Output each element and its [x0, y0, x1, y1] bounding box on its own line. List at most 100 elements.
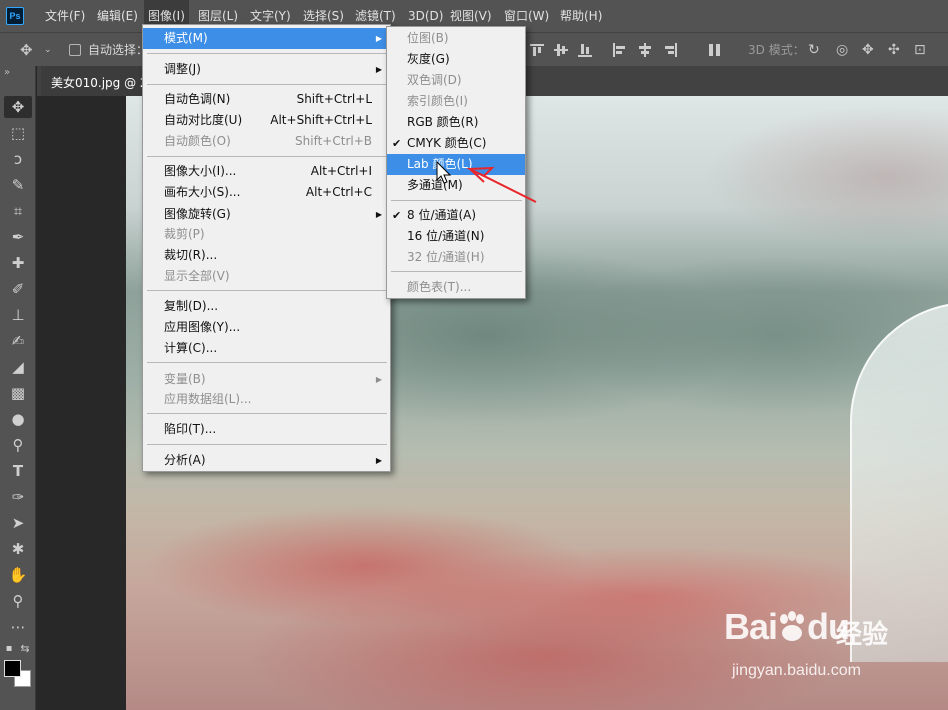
align-top-icon[interactable] — [530, 43, 544, 57]
submenu-arrow-icon: ▶ — [375, 210, 382, 219]
menu-item-variables: 变量(B) ▶ — [143, 369, 390, 390]
foreground-color-swatch[interactable] — [4, 660, 21, 677]
menu-item-label: 应用数据组(L)... — [164, 392, 252, 406]
align-left-icon[interactable] — [612, 43, 626, 57]
menu-item-label: 变量(B) — [164, 372, 206, 386]
document-tab-title[interactable]: 美女010.jpg @ 25 — [51, 74, 155, 91]
gradient-tool-icon[interactable]: ▩ — [4, 382, 32, 404]
menu-item-shortcut: Alt+Shift+Ctrl+L — [270, 113, 372, 127]
menu-item-canvas-size[interactable]: 画布大小(S)... Alt+Ctrl+C — [143, 182, 390, 203]
checkmark-icon: ✔ — [392, 209, 402, 222]
mode-color-table: 颜色表(T)... — [387, 277, 525, 298]
marquee-tool-icon[interactable]: ⬚ — [4, 122, 32, 144]
align-bottom-icon[interactable] — [578, 43, 592, 57]
mode-bitmap: 位图(B) — [387, 28, 525, 49]
slide-3d-icon[interactable]: ✣ — [888, 33, 900, 67]
auto-select-checkbox[interactable] — [69, 44, 81, 56]
blur-tool-icon[interactable]: ● — [4, 408, 32, 430]
menu-item-label: 图像大小(I)... — [164, 164, 237, 178]
pen-tool-icon[interactable]: ✑ — [4, 486, 32, 508]
menu-item-adjustments[interactable]: 调整(J) ▶ — [143, 59, 390, 80]
menu-item-duplicate[interactable]: 复制(D)... — [143, 296, 390, 317]
move-tool-icon[interactable]: ✥ — [4, 96, 32, 118]
auto-select-label: 自动选择： — [88, 43, 149, 57]
submenu-item-label: 索引颜色(I) — [407, 94, 468, 108]
pan-3d-icon[interactable]: ✥ — [862, 33, 874, 67]
custom-shape-tool-icon[interactable]: ✱ — [4, 538, 32, 560]
align-hcenter-icon[interactable] — [638, 43, 652, 57]
menu-item-apply-data-set: 应用数据组(L)... — [143, 389, 390, 410]
menu-item-label: 应用图像(Y)... — [164, 320, 241, 334]
menu-item-analysis[interactable]: 分析(A) ▶ — [143, 450, 390, 471]
hand-tool-icon[interactable]: ✋ — [4, 564, 32, 586]
mode-32-bit: 32 位/通道(H) — [387, 247, 525, 268]
checkmark-icon: ✔ — [392, 137, 402, 150]
menu-item-reveal-all: 显示全部(V) — [143, 266, 390, 287]
submenu-separator — [391, 271, 522, 272]
move-tool-preset-icon[interactable]: ✥ — [20, 33, 33, 67]
menu-edit[interactable]: 编辑(E) — [97, 0, 138, 32]
red-annotation-arrow-icon — [466, 166, 537, 203]
menu-file[interactable]: 文件(F) — [45, 0, 85, 32]
scale-3d-icon[interactable]: ⊡ — [914, 33, 926, 67]
menu-item-trim[interactable]: 裁切(R)... — [143, 245, 390, 266]
orbit-3d-icon[interactable]: ↻ — [808, 33, 820, 67]
healing-brush-tool-icon[interactable]: ✚ — [4, 252, 32, 274]
menu-separator — [147, 413, 387, 414]
distribute-icon[interactable] — [708, 43, 722, 57]
eraser-tool-icon[interactable]: ◢ — [4, 356, 32, 378]
menu-item-label: 自动色调(N) — [164, 92, 231, 106]
collapse-panel-icon[interactable]: » — [0, 66, 36, 90]
history-brush-tool-icon[interactable]: ✍ — [4, 330, 32, 352]
menu-separator — [147, 156, 387, 157]
mode-grayscale[interactable]: 灰度(G) — [387, 49, 525, 70]
dodge-tool-icon[interactable]: ⚲ — [4, 434, 32, 456]
eyedropper-tool-icon[interactable]: ✒ — [4, 226, 32, 248]
path-selection-tool-icon[interactable]: ➤ — [4, 512, 32, 534]
menu-item-auto-contrast[interactable]: 自动对比度(U) Alt+Shift+Ctrl+L — [143, 110, 390, 131]
menu-help[interactable]: 帮助(H) — [560, 0, 602, 32]
menu-item-calculations[interactable]: 计算(C)... — [143, 338, 390, 359]
menu-item-apply-image[interactable]: 应用图像(Y)... — [143, 317, 390, 338]
roll-3d-icon[interactable]: ◎ — [836, 33, 848, 67]
swap-colors-icon[interactable]: ⇆ — [16, 638, 34, 660]
align-right-icon[interactable] — [664, 43, 678, 57]
submenu-item-label: 双色调(D) — [407, 73, 462, 87]
align-vcenter-icon[interactable] — [554, 43, 568, 57]
lasso-tool-icon[interactable]: ↄ — [4, 148, 32, 170]
submenu-item-label: 16 位/通道(N) — [407, 229, 485, 243]
mode-indexed-color: 索引颜色(I) — [387, 91, 525, 112]
mode-duotone: 双色调(D) — [387, 70, 525, 91]
type-tool-icon[interactable]: T — [4, 460, 32, 482]
mode-rgb-color[interactable]: RGB 颜色(R) — [387, 112, 525, 133]
menu-item-trap[interactable]: 陷印(T)... — [143, 419, 390, 440]
crop-tool-icon[interactable]: ⌗ — [4, 200, 32, 222]
menu-item-image-rotation[interactable]: 图像旋转(G) ▶ — [143, 204, 390, 225]
menu-item-label: 调整(J) — [164, 62, 201, 76]
quick-select-tool-icon[interactable]: ✎ — [4, 174, 32, 196]
zoom-tool-icon[interactable]: ⚲ — [4, 590, 32, 612]
chevron-down-icon[interactable]: ⌄ — [44, 33, 52, 67]
menu-item-mode[interactable]: 模式(M) ▶ — [143, 28, 390, 49]
photoshop-logo: Ps — [6, 7, 24, 25]
menu-item-label: 复制(D)... — [164, 299, 219, 313]
image-menu-dropdown: 模式(M) ▶ 调整(J) ▶ 自动色调(N) Shift+Ctrl+L 自动对比度(… — [142, 24, 391, 472]
menu-item-auto-color: 自动颜色(O) Shift+Ctrl+B — [143, 131, 390, 152]
menu-item-image-size[interactable]: 图像大小(I)... Alt+Ctrl+I — [143, 161, 390, 182]
brush-tool-icon[interactable]: ✐ — [4, 278, 32, 300]
menu-item-label: 模式(M) — [164, 31, 208, 45]
mode-cmyk-color[interactable]: ✔ CMYK 颜色(C) — [387, 133, 525, 154]
menu-separator — [147, 362, 387, 363]
submenu-arrow-icon: ▶ — [375, 34, 382, 43]
menu-item-shortcut: Shift+Ctrl+B — [295, 134, 372, 148]
mode-8-bit[interactable]: ✔ 8 位/通道(A) — [387, 205, 525, 226]
more-tools-icon[interactable]: ⋯ — [4, 616, 32, 638]
mode-16-bit[interactable]: 16 位/通道(N) — [387, 226, 525, 247]
menu-item-label: 陷印(T)... — [164, 422, 217, 436]
menu-item-auto-tone[interactable]: 自动色调(N) Shift+Ctrl+L — [143, 89, 390, 110]
submenu-item-label: 灰度(G) — [407, 52, 450, 66]
watermark-brand-part1: Bai — [724, 606, 778, 647]
clone-stamp-tool-icon[interactable]: ⊥ — [4, 304, 32, 326]
submenu-item-label: RGB 颜色(R) — [407, 115, 479, 129]
menu-item-shortcut: Shift+Ctrl+L — [296, 92, 372, 106]
